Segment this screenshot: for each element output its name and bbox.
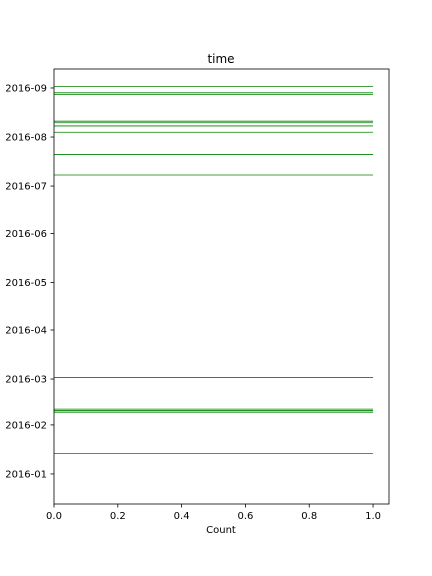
y-tick-label: 2016-04	[5, 326, 47, 337]
x-tick-label: 0.6	[237, 511, 253, 522]
x-axis-ticks: 0.0 0.2 0.4 0.6 0.8 1.0	[46, 504, 381, 522]
x-tick-label: 0.8	[301, 511, 317, 522]
x-tick-label: 0.0	[46, 511, 62, 522]
event-lines	[54, 86, 374, 454]
x-tick-label: 0.2	[110, 511, 126, 522]
x-axis-label: Count	[206, 525, 236, 536]
y-tick-label: 2016-06	[5, 229, 47, 240]
y-tick-label: 2016-02	[5, 420, 47, 431]
x-tick-label: 0.4	[174, 511, 190, 522]
y-tick-label: 2016-01	[5, 469, 47, 480]
time-eventplot: time 0.0 0.2 0.4 0.6 0.8 1.0 2016-012016-0220…	[5, 52, 390, 536]
y-tick-label: 2016-08	[5, 133, 47, 144]
x-tick-label: 1.0	[365, 511, 381, 522]
y-tick-label: 2016-03	[5, 375, 47, 386]
plot-frame	[53, 68, 390, 505]
y-tick-label: 2016-09	[5, 83, 47, 94]
y-tick-label: 2016-07	[5, 182, 47, 193]
y-tick-label: 2016-05	[5, 278, 47, 289]
chart-title: time	[207, 52, 234, 66]
y-axis-ticks: 2016-01 2016-02 2016-03 2016-04 2016-05 2016-…	[5, 83, 54, 480]
